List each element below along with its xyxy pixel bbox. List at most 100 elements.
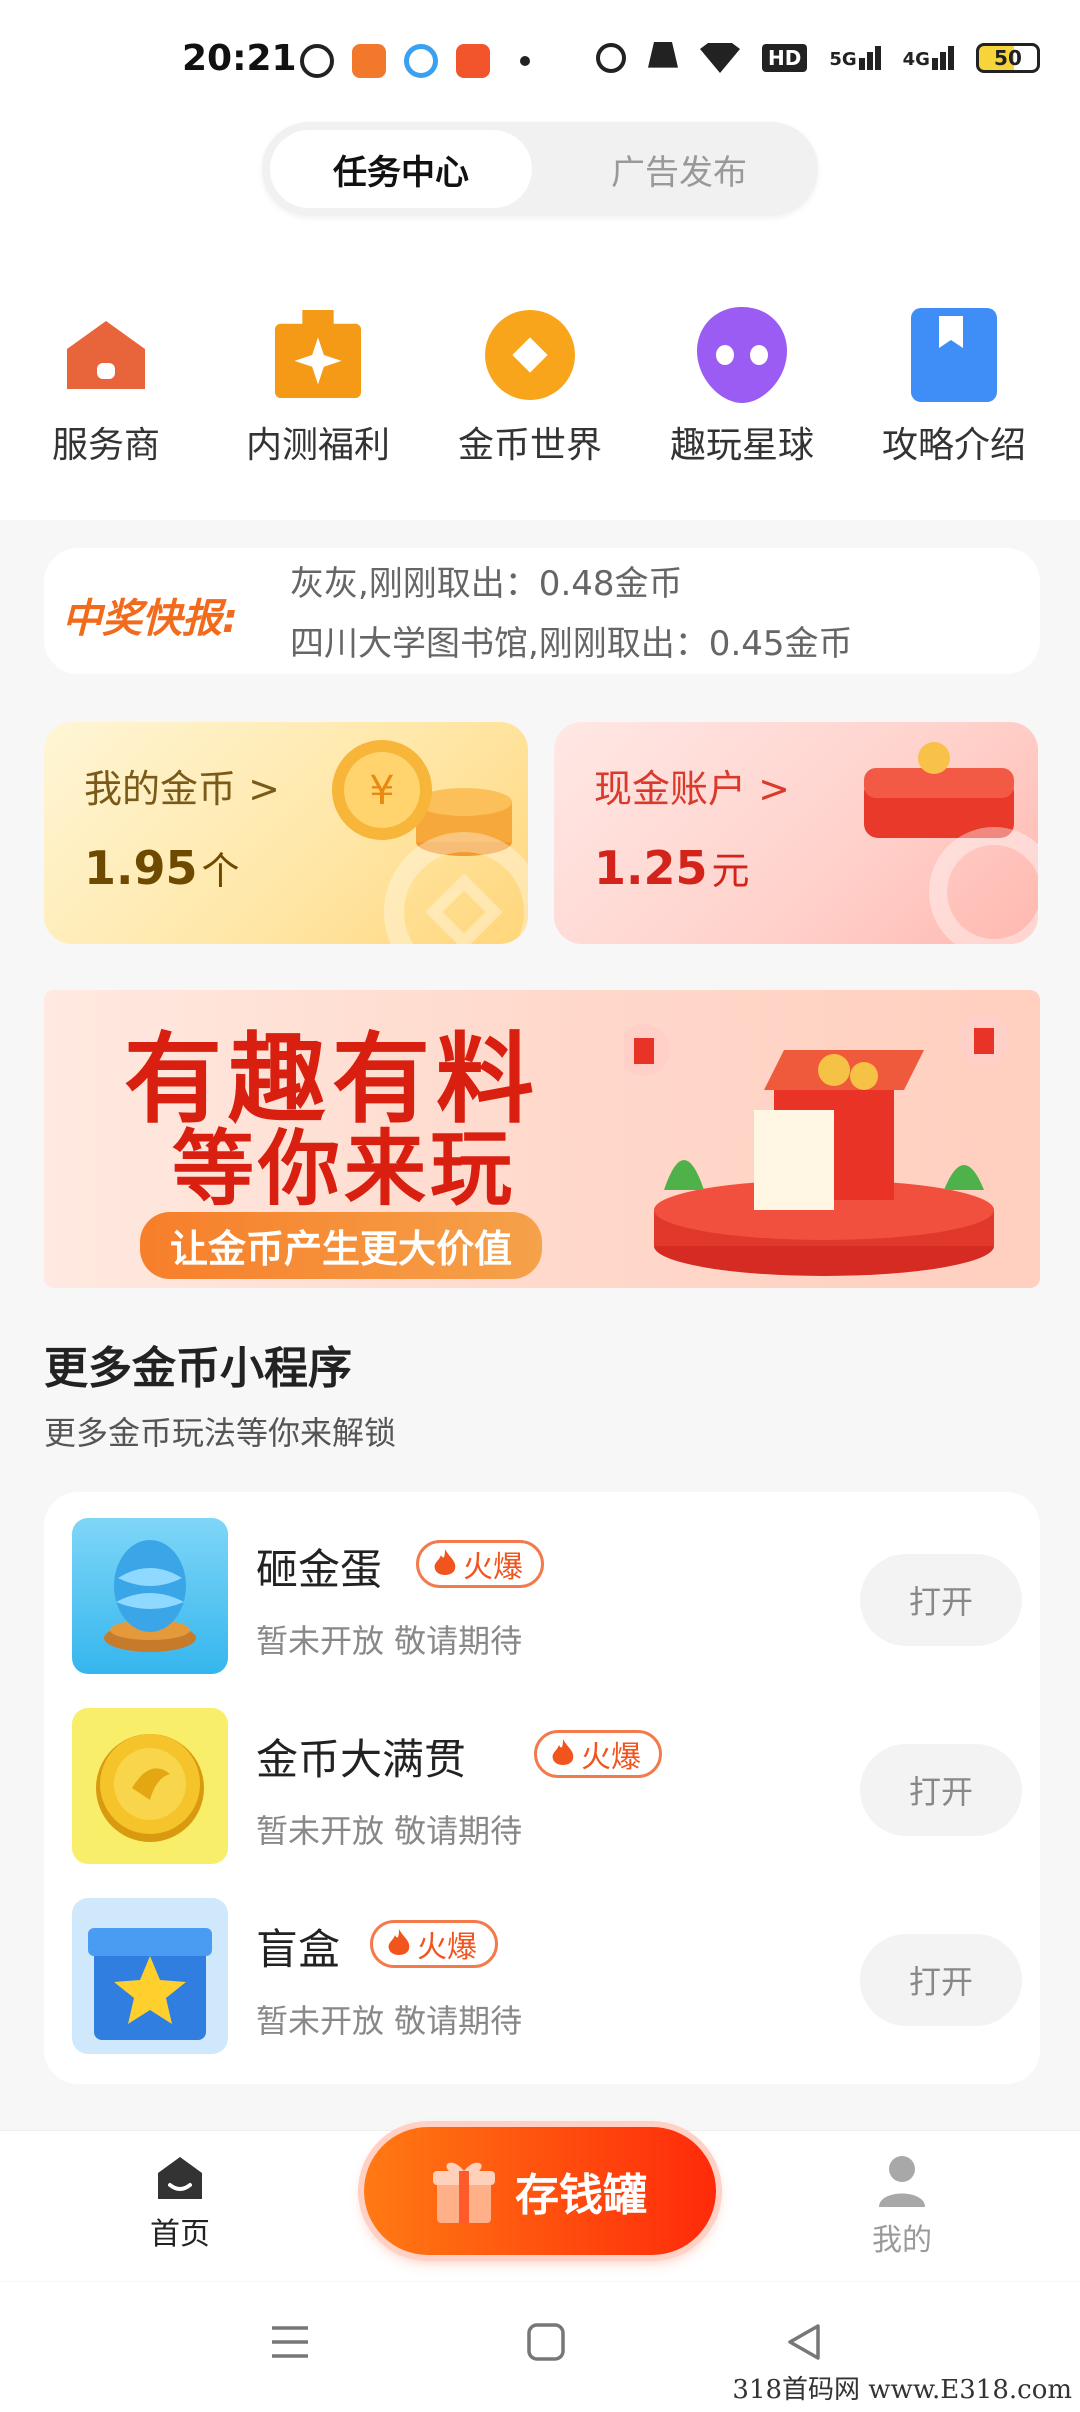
open-button[interactable]: 打开 [860,1934,1022,2026]
mini-program-name: 盲盒 [256,1925,341,1974]
quick-nav-label: 趣玩星球 [669,425,814,466]
tab-task-center[interactable]: 任务中心 [270,130,532,208]
signal-5g-label: 5G [829,49,857,70]
gift-sparkle-icon [273,310,363,400]
my-coins-title: 我的金币 > [84,767,280,811]
cash-unit: 元 [711,849,750,893]
list-item[interactable]: 盲盒 火爆 暂未开放 敬请期待 打开 [72,1898,1022,2058]
signal-5g-icon: 5G [829,46,881,70]
svg-text:¥: ¥ [369,768,394,814]
home-icon [158,2157,202,2199]
quick-nav-fun-planet[interactable]: 趣玩星球 [636,307,848,468]
coin-thumbnail [72,1708,228,1864]
nav-home-label: 首页 [150,2217,210,2252]
home-square-icon[interactable] [526,2322,566,2362]
fire-icon [434,1549,456,1575]
cash-value-row: 1.25 元 [594,840,750,895]
cash-value: 1.25 [594,841,708,895]
cash-account-card[interactable]: 现金账户 > 1.25 元 [554,722,1038,944]
back-icon[interactable] [784,2322,824,2362]
hot-badge: 火爆 [370,1920,498,1968]
ticker-label: 中奖快报: [62,596,238,642]
mini-program-name: 金币大满贯 [256,1735,467,1784]
menu-icon[interactable] [270,2322,310,2362]
mini-program-list: 砸金蛋 火爆 暂未开放 敬请期待 打开 金币大满贯 火爆 暂未开放 敬请期待 打… [44,1492,1040,2084]
section-title: 更多金币小程序 [44,1343,352,1394]
tab-switch: 任务中心 广告发布 [262,122,818,216]
user-icon [879,2156,925,2207]
coin-diamond-icon [485,310,575,400]
nav-me-label: 我的 [872,2223,932,2258]
my-coins-unit: 个 [201,849,240,893]
system-status-icons: HD 5G 4G 50 [596,42,1040,74]
promo-banner[interactable]: 有趣有料 等你来玩 让金币产生更大价值 [44,990,1040,1288]
app-notification-icon [300,44,334,78]
tab-ad-publish[interactable]: 广告发布 [548,130,810,208]
my-coins-value-row: 1.95 个 [84,840,240,895]
egg-icon [104,1540,196,1652]
status-bar: 20:21 HD 5G 4G 50 [0,0,1080,80]
wifi-icon [700,43,740,73]
circle-app-icon [404,44,438,78]
hot-badge-label: 火爆 [417,1930,477,1965]
hot-badge: 火爆 [416,1540,544,1588]
ticker-item: 灰灰,刚刚取出：0.48金币 [290,564,683,604]
cash-account-title: 现金账户 > [594,767,790,811]
dot-icon [520,56,530,66]
cash-watermark-icon [929,827,1038,944]
quick-nav-label: 金币世界 [457,425,602,466]
quick-nav-guide[interactable]: 攻略介绍 [848,308,1060,468]
fox-app-icon [352,44,386,78]
bookmark-icon [909,308,999,402]
ticker-item: 四川大学图书馆,刚刚取出：0.45金币 [290,624,853,664]
mini-program-status: 暂未开放 敬请期待 [256,1622,523,1660]
nav-me[interactable]: 我的 [862,2155,942,2259]
blind-box-icon [88,1928,212,2040]
hot-badge: 火爆 [534,1730,662,1778]
list-item[interactable]: 金币大满贯 火爆 暂未开放 敬请期待 打开 [72,1708,1022,1868]
nav-home[interactable]: 首页 [140,2155,220,2253]
prize-ticker[interactable]: 中奖快报: 灰灰,刚刚取出：0.48金币 四川大学图书馆,刚刚取出：0.45金币 [44,548,1040,674]
hd-icon: HD [762,44,808,72]
mini-program-name: 砸金蛋 [256,1545,383,1594]
egg-thumbnail [72,1518,228,1674]
quick-nav-coin-world[interactable]: 金币世界 [424,310,636,468]
signal-4g-label: 4G [902,49,930,70]
notification-icons [300,44,530,78]
fire-icon [552,1739,574,1765]
my-coins-value: 1.95 [84,841,198,895]
orange-app-icon [456,44,490,78]
house-icon [61,310,151,400]
open-button[interactable]: 打开 [860,1744,1022,1836]
battery-level: 50 [994,46,1022,70]
piggy-bank-label: 存钱罐 [515,2170,647,2221]
gold-coin-icon [96,1734,204,1842]
banner-tagline: 让金币产生更大价值 [140,1212,543,1279]
hot-badge-label: 火爆 [581,1740,641,1775]
quick-nav-label: 内测福利 [245,425,390,466]
gift-box-icon [433,2162,495,2223]
coin-watermark-icon [384,832,528,944]
quick-nav-beta-benefits[interactable]: 内测福利 [212,310,424,468]
mute-icon [648,42,678,68]
treasure-illustration [624,1014,1010,1276]
my-coins-card[interactable]: ¥ 我的金币 > 1.95 个 [44,722,528,944]
system-nav-bar: 318首码网 www.E318.com [0,2282,1080,2412]
banner-subheadline: 等你来玩 [172,1122,517,1217]
piggy-bank-button[interactable]: 存钱罐 [364,2127,716,2255]
list-item[interactable]: 砸金蛋 火爆 暂未开放 敬请期待 打开 [72,1518,1022,1678]
quick-nav-service-provider[interactable]: 服务商 [0,310,212,468]
alarm-icon [596,43,626,73]
mini-program-status: 暂未开放 敬请期待 [256,1812,523,1850]
signal-4g-icon: 4G [903,46,954,70]
open-button[interactable]: 打开 [860,1554,1022,1646]
blind-box-thumbnail [72,1898,228,2054]
section-subtitle: 更多金币玩法等你来解锁 [44,1414,397,1452]
top-panel: 任务中心 广告发布 服务商 内测福利 金币世界 趣玩星球 攻略介绍 [0,80,1080,520]
quick-nav-label: 攻略介绍 [881,425,1026,466]
quick-nav-label: 服务商 [51,425,160,466]
status-time: 20:21 [182,38,297,79]
battery-icon: 50 [975,43,1040,73]
quick-nav: 服务商 内测福利 金币世界 趣玩星球 攻略介绍 [0,307,1080,468]
alien-icon [697,307,787,403]
